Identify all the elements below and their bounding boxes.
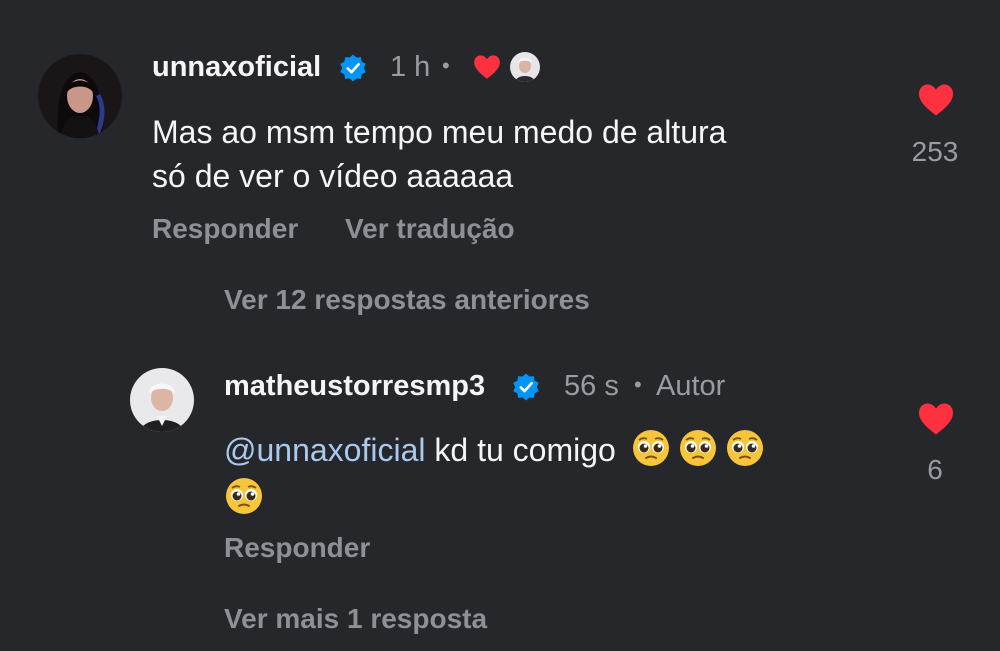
separator-dot: • [634,372,642,397]
view-more-replies-button[interactable]: Ver mais 1 resposta [224,603,487,635]
like-count: 6 [927,454,943,485]
like-heart-icon[interactable] [917,83,955,117]
verified-badge-icon [513,373,539,401]
separator-dot: • [442,53,450,78]
comment-time: 1 h [390,51,431,83]
reply-button[interactable]: Responder [224,532,370,564]
comment-username[interactable]: unnaxoficial [152,51,321,84]
reply-time: 56 s [564,370,619,402]
author-label: Autor [656,370,726,402]
verified-badge-icon [340,54,366,82]
reply-text-line-2 [224,476,271,516]
reply-button[interactable]: Responder [152,213,298,245]
pleading-face-emoji [726,430,763,466]
reply-text-body: kd tu comigo [425,432,616,468]
avatar-unnaxoficial[interactable] [38,54,122,138]
reply-text: @unnaxoficial kd tu comigo [224,428,772,472]
mention-link[interactable]: @unnaxoficial [224,432,425,468]
avatar-matheustorresmp3[interactable] [130,368,194,432]
comment-text-line-1: Mas ao msm tempo meu medo de altura [152,114,727,150]
view-previous-replies-button[interactable]: Ver 12 respostas anteriores [224,284,590,316]
creator-avatar-small [510,52,540,82]
pleading-face-emoji [679,430,716,466]
like-heart-icon[interactable] [917,402,955,436]
pleading-face-emoji [632,430,669,466]
pleading-face-emoji [226,478,262,514]
comment-text-line-2: só de ver o vídeo aaaaaa [152,158,514,194]
see-translation-button[interactable]: Ver tradução [345,213,515,245]
creator-liked-heart-icon [474,55,500,79]
reply-username[interactable]: matheustorresmp3 [224,370,485,403]
like-count: 253 [911,136,959,167]
